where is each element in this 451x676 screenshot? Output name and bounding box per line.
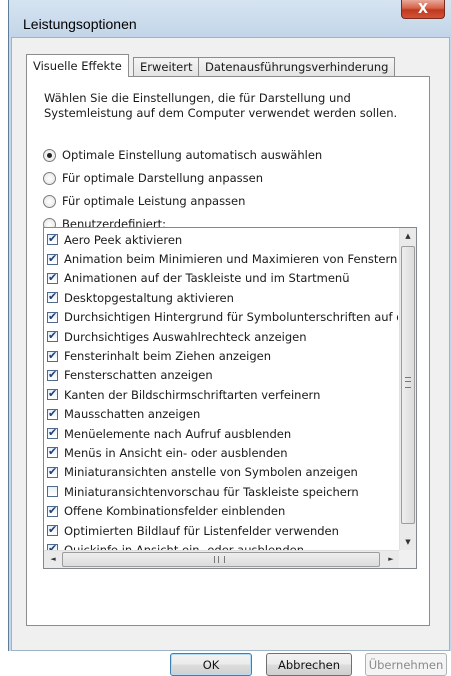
checkbox-icon[interactable] — [47, 445, 58, 459]
apply-button[interactable]: Übernehmen — [365, 653, 447, 676]
window-title: Leistungsoptionen — [23, 16, 137, 32]
effect-list-item[interactable]: Durchsichtigen Hintergrund für Symbolunt… — [47, 308, 398, 327]
effect-label: Optimierten Bildlauf für Listenfelder ve… — [64, 523, 339, 538]
effect-label: Menüelemente nach Aufruf ausblenden — [64, 426, 292, 441]
tab-erweitert[interactable]: Erweitert — [133, 57, 200, 76]
checkbox-icon[interactable] — [47, 349, 58, 362]
effect-label: Miniaturansichten anstelle von Symbolen … — [64, 465, 358, 480]
vertical-scrollbar[interactable]: ▲ ▼ — [399, 228, 416, 550]
scrollbar-corner — [399, 550, 416, 568]
checkbox-icon[interactable] — [47, 523, 58, 537]
effect-label: Fensterschatten anzeigen — [64, 368, 213, 383]
effect-label: Durchsichtigen Hintergrund für Symbolunt… — [64, 310, 398, 325]
effect-list-item[interactable]: Mausschatten anzeigen — [47, 405, 398, 424]
effect-list-item[interactable]: Miniaturansichten anstelle von Symbolen … — [47, 463, 398, 482]
scroll-up-icon[interactable]: ▲ — [400, 228, 416, 244]
effect-list-item[interactable]: Optimierten Bildlauf für Listenfelder ve… — [47, 521, 398, 540]
effects-listbox[interactable]: Aero Peek aktivieren Animation beim Minim… — [43, 227, 417, 569]
effect-list-item[interactable]: Animationen auf der Taskleiste und im St… — [47, 269, 398, 288]
radio-best-performance[interactable]: Für optimale Leistung anpassen — [43, 193, 245, 209]
horizontal-scroll-thumb[interactable] — [62, 552, 380, 567]
scroll-right-icon[interactable]: ► — [383, 551, 399, 567]
effect-list-item[interactable]: Aero Peek aktivieren — [47, 230, 398, 249]
effect-list-item[interactable]: Kanten der Bildschirmschriftarten verfei… — [47, 385, 398, 404]
dialog-client-area: Visuelle Effekte Erweitert Datenausführu… — [11, 37, 450, 676]
performance-options-window: Leistungsoptionen X Visuelle Effekte Erw… — [8, 0, 451, 676]
radio-label: Für optimale Darstellung anpassen — [62, 171, 264, 185]
effect-list-item[interactable]: Animation beim Minimieren und Maximieren… — [47, 249, 398, 268]
checkbox-icon[interactable] — [47, 271, 58, 284]
checkbox-icon[interactable] — [47, 368, 58, 381]
cancel-button[interactable]: Abbrechen — [266, 653, 352, 676]
effect-list-item[interactable]: Miniaturansichtenvorschau für Taskleiste… — [47, 482, 398, 501]
tab-datenausfuehrungsverhinderung[interactable]: Datenausführungsverhinderung — [198, 57, 396, 76]
checkbox-icon[interactable] — [47, 486, 58, 498]
effect-list-item[interactable]: Menüs in Ansicht ein- oder ausblenden — [47, 443, 398, 462]
grip-icon — [214, 556, 225, 563]
checkbox-icon[interactable] — [47, 329, 58, 343]
close-icon: X — [417, 1, 429, 17]
effect-label: Quickinfo in Ansicht ein- oder ausblende… — [64, 542, 305, 550]
radio-button-icon[interactable] — [43, 194, 56, 208]
checkbox-icon[interactable] — [47, 232, 58, 246]
radio-label: Für optimale Leistung anpassen — [62, 194, 246, 208]
checkbox-icon[interactable] — [47, 426, 58, 440]
effect-label: Durchsichtiges Auswahlrechteck anzeigen — [64, 329, 307, 344]
effect-list-item[interactable]: Fensterschatten anzeigen — [47, 366, 398, 385]
effect-list-item[interactable]: Fensterinhalt beim Ziehen anzeigen — [47, 346, 398, 365]
radio-label: Optimale Einstellung automatisch auswähl… — [62, 148, 323, 162]
title-bar[interactable]: Leistungsoptionen X — [9, 0, 451, 37]
scroll-down-icon[interactable]: ▼ — [400, 534, 416, 550]
effect-list-item[interactable]: Menüelemente nach Aufruf ausblenden — [47, 424, 398, 443]
vertical-scroll-thumb[interactable] — [401, 246, 415, 524]
effect-label: Desktopgestaltung aktivieren — [64, 290, 234, 305]
effect-label: Mausschatten anzeigen — [64, 407, 201, 422]
close-button[interactable]: X — [401, 0, 445, 19]
effect-label: Kanten der Bildschirmschriftarten verfei… — [64, 387, 321, 402]
effect-label: Offene Kombinationsfelder einblenden — [64, 504, 286, 519]
checkbox-icon[interactable] — [47, 290, 58, 304]
checkbox-icon[interactable] — [47, 252, 58, 265]
effects-list: Aero Peek aktivieren Animation beim Minim… — [47, 230, 398, 550]
effect-label: Fensterinhalt beim Ziehen anzeigen — [64, 349, 272, 364]
grip-icon — [405, 377, 411, 388]
effect-list-item[interactable]: Offene Kombinationsfelder einblenden — [47, 501, 398, 520]
tab-visuelle-effekte[interactable]: Visuelle Effekte — [26, 54, 129, 77]
ok-button[interactable]: OK — [170, 653, 252, 676]
checkbox-icon[interactable] — [47, 504, 58, 517]
radio-best-appearance[interactable]: Für optimale Darstellung anpassen — [43, 170, 263, 186]
effect-list-item[interactable]: Desktopgestaltung aktivieren — [47, 288, 398, 307]
checkbox-icon[interactable] — [47, 387, 58, 401]
effect-label: Miniaturansichtenvorschau für Taskleiste… — [64, 484, 359, 499]
visual-effects-panel: Wählen Sie die Einstellungen, die für Da… — [26, 76, 430, 626]
radio-button-icon[interactable] — [43, 171, 56, 185]
description-text: Wählen Sie die Einstellungen, die für Da… — [44, 91, 398, 120]
effect-label: Menüs in Ansicht ein- oder ausblenden — [64, 445, 288, 460]
checkbox-icon[interactable] — [47, 465, 58, 478]
effect-label: Animation beim Minimieren und Maximieren… — [64, 252, 398, 267]
effect-list-item[interactable]: Durchsichtiges Auswahlrechteck anzeigen — [47, 327, 398, 346]
effect-label: Animationen auf der Taskleiste und im St… — [64, 271, 350, 286]
checkbox-icon[interactable] — [47, 407, 58, 420]
radio-auto[interactable]: Optimale Einstellung automatisch auswähl… — [43, 147, 322, 163]
effect-list-item[interactable]: Quickinfo in Ansicht ein- oder ausblende… — [47, 540, 398, 550]
horizontal-scrollbar[interactable]: ◄ ► — [44, 550, 400, 568]
scroll-left-icon[interactable]: ◄ — [45, 551, 61, 567]
effect-label: Aero Peek aktivieren — [64, 232, 183, 247]
checkbox-icon[interactable] — [47, 310, 58, 323]
radio-button-icon[interactable] — [43, 148, 56, 162]
